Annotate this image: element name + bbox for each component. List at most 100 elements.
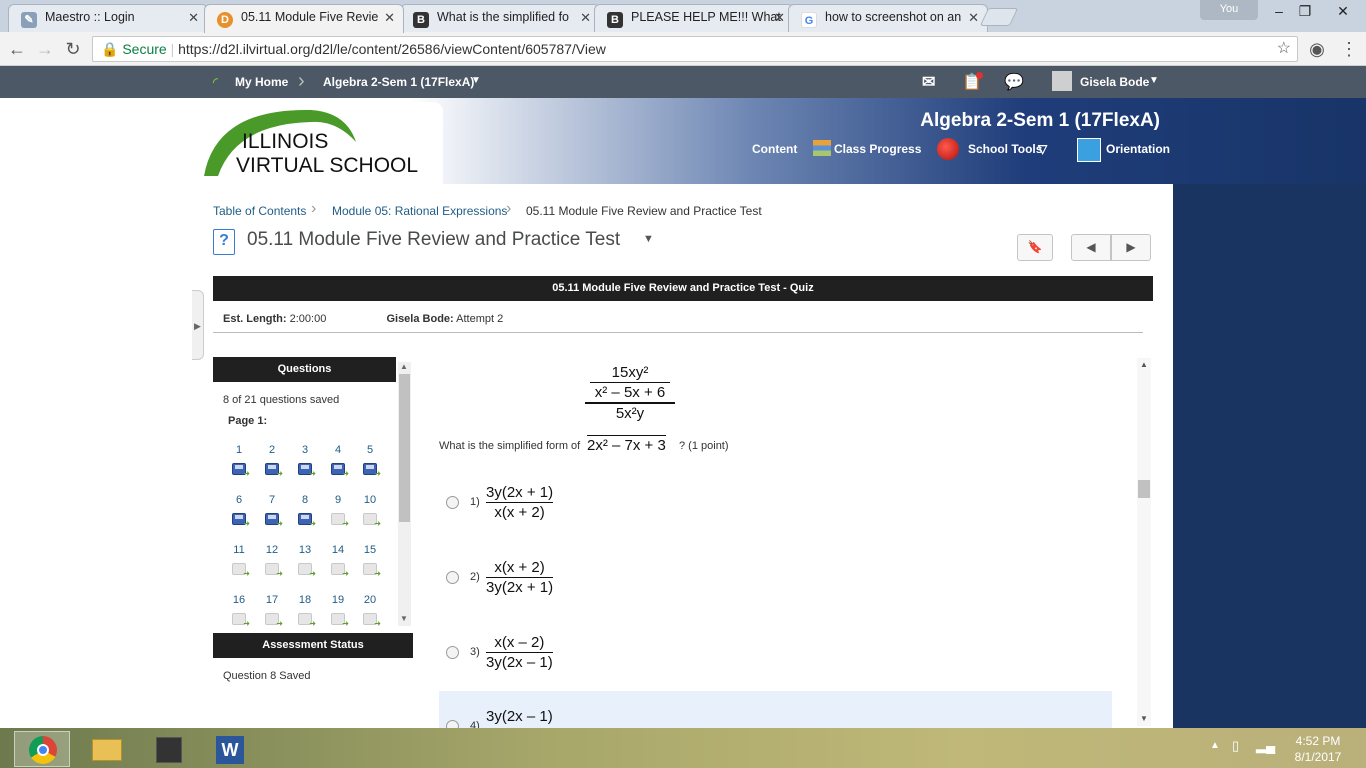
saved-disk-icon[interactable]: ➜ bbox=[331, 463, 349, 478]
back-arrow-icon[interactable]: ← bbox=[6, 38, 28, 60]
unsaved-disk-icon[interactable]: ➜ bbox=[363, 563, 381, 578]
option-fraction-4[interactable]: 3y(2x – 1) bbox=[486, 708, 553, 725]
question-number-link[interactable]: 7 bbox=[260, 494, 284, 506]
unsaved-disk-icon[interactable]: ➜ bbox=[298, 613, 316, 628]
expand-sidebar-tab[interactable]: ▶ bbox=[192, 290, 204, 360]
chevron-down-icon[interactable]: ▼ bbox=[1149, 75, 1159, 86]
saved-disk-icon[interactable]: ➜ bbox=[265, 513, 283, 528]
menu-dots-icon[interactable]: ⋮ bbox=[1338, 38, 1360, 60]
question-number-link[interactable]: 8 bbox=[293, 494, 317, 506]
word-taskbar-button[interactable]: W bbox=[204, 731, 260, 767]
unsaved-disk-icon[interactable]: ➜ bbox=[331, 513, 349, 528]
question-number-link[interactable]: 12 bbox=[260, 544, 284, 556]
nav-class-progress[interactable]: Class Progress bbox=[834, 142, 921, 156]
unsaved-disk-icon[interactable]: ➜ bbox=[331, 563, 349, 578]
user-menu[interactable]: Gisela Bode bbox=[1080, 75, 1149, 89]
restore-icon[interactable]: ❐ bbox=[1286, 0, 1324, 24]
main-scroll-thumb[interactable] bbox=[1138, 480, 1150, 498]
breadcrumb-module[interactable]: Module 05: Rational Expressions bbox=[332, 204, 507, 218]
chrome-taskbar-button[interactable] bbox=[14, 731, 70, 767]
scroll-down-icon[interactable]: ▼ bbox=[400, 614, 408, 623]
option-fraction-2[interactable]: x(x + 2) 3y(2x + 1) bbox=[486, 559, 554, 596]
question-number-link[interactable]: 3 bbox=[293, 444, 317, 456]
question-number-link[interactable]: 5 bbox=[358, 444, 382, 456]
unsaved-disk-icon[interactable]: ➜ bbox=[363, 613, 381, 628]
scroll-up-icon[interactable]: ▲ bbox=[400, 362, 408, 371]
taskbar-clock[interactable]: 4:52 PM 8/1/2017 bbox=[1280, 733, 1356, 765]
bookmark-button[interactable]: 🔖 bbox=[1017, 234, 1053, 261]
course-selector[interactable]: Algebra 2-Sem 1 (17FlexA) bbox=[323, 75, 474, 89]
question-number-link[interactable]: 2 bbox=[260, 444, 284, 456]
mail-icon[interactable]: ✉ bbox=[922, 72, 935, 92]
question-number-link[interactable]: 18 bbox=[293, 594, 317, 606]
question-number-link[interactable]: 20 bbox=[358, 594, 382, 606]
saved-disk-icon[interactable]: ➜ bbox=[232, 513, 250, 528]
chat-icon[interactable]: 💬 bbox=[1004, 72, 1024, 92]
unsaved-disk-icon[interactable]: ➜ bbox=[232, 563, 250, 578]
question-number-link[interactable]: 11 bbox=[227, 544, 251, 556]
chevron-down-icon[interactable]: ▽ bbox=[1038, 142, 1047, 156]
option-radio-3[interactable] bbox=[446, 646, 459, 659]
questions-scroll-thumb[interactable] bbox=[399, 374, 410, 522]
unsaved-disk-icon[interactable]: ➜ bbox=[331, 613, 349, 628]
profile-button[interactable]: You bbox=[1200, 0, 1258, 20]
reload-icon[interactable]: ↻ bbox=[62, 38, 84, 60]
question-number-link[interactable]: 10 bbox=[358, 494, 382, 506]
file-explorer-taskbar-button[interactable] bbox=[80, 731, 136, 767]
browser-tab-google[interactable]: G how to screenshot on an ✕ bbox=[788, 4, 988, 32]
tray-up-arrow-icon[interactable]: ▲ bbox=[1210, 740, 1220, 751]
unsaved-disk-icon[interactable]: ➜ bbox=[298, 563, 316, 578]
nav-school-tools[interactable]: School Tools bbox=[968, 142, 1042, 156]
main-scrollbar[interactable] bbox=[1137, 358, 1151, 726]
close-icon[interactable]: ✕ bbox=[384, 10, 395, 26]
option-radio-2[interactable] bbox=[446, 571, 459, 584]
my-home-link[interactable]: My Home bbox=[235, 75, 288, 89]
window-close-icon[interactable]: ✕ bbox=[1320, 0, 1366, 24]
question-number-link[interactable]: 6 bbox=[227, 494, 251, 506]
scroll-down-icon[interactable]: ▼ bbox=[1140, 714, 1148, 723]
chevron-down-icon[interactable]: ▼ bbox=[471, 75, 481, 86]
option-radio-1[interactable] bbox=[446, 496, 459, 509]
option-fraction-1[interactable]: 3y(2x + 1) x(x + 2) bbox=[486, 484, 554, 521]
question-number-link[interactable]: 19 bbox=[326, 594, 350, 606]
question-number-link[interactable]: 4 bbox=[326, 444, 350, 456]
question-number-link[interactable]: 16 bbox=[227, 594, 251, 606]
saved-disk-icon[interactable]: ➜ bbox=[265, 463, 283, 478]
next-topic-button[interactable]: ▶ bbox=[1111, 234, 1151, 261]
previous-topic-button[interactable]: ◀ bbox=[1071, 234, 1111, 261]
forward-arrow-icon[interactable]: → bbox=[34, 38, 56, 60]
browser-tab-d2l[interactable]: D 05.11 Module Five Revie ✕ bbox=[204, 4, 404, 33]
close-icon[interactable]: ✕ bbox=[774, 10, 785, 26]
unsaved-disk-icon[interactable]: ➜ bbox=[363, 513, 381, 528]
signal-icon[interactable]: ▂▄ bbox=[1256, 738, 1275, 754]
chevron-down-icon[interactable]: ▼ bbox=[643, 233, 654, 245]
close-icon[interactable]: ✕ bbox=[188, 10, 199, 26]
question-number-link[interactable]: 9 bbox=[326, 494, 350, 506]
new-tab-button[interactable] bbox=[979, 8, 1019, 26]
nav-orientation[interactable]: Orientation bbox=[1106, 142, 1170, 156]
browser-tab-maestro[interactable]: ✎ Maestro :: Login ✕ bbox=[8, 4, 208, 32]
nav-content[interactable]: Content bbox=[752, 142, 797, 156]
question-number-link[interactable]: 14 bbox=[326, 544, 350, 556]
option-fraction-3[interactable]: x(x – 2) 3y(2x – 1) bbox=[486, 634, 553, 671]
scroll-up-icon[interactable]: ▲ bbox=[1140, 360, 1148, 369]
question-number-link[interactable]: 1 bbox=[227, 444, 251, 456]
breadcrumb-toc[interactable]: Table of Contents bbox=[213, 204, 306, 218]
browser-tab-brainly-1[interactable]: B What is the simplified fo ✕ bbox=[400, 4, 600, 32]
unsaved-disk-icon[interactable]: ➜ bbox=[265, 563, 283, 578]
bookmark-star-icon[interactable]: ☆ bbox=[1277, 37, 1291, 61]
browser-tab-brainly-2[interactable]: B PLEASE HELP ME!!! What ✕ bbox=[594, 4, 794, 32]
app-taskbar-button[interactable] bbox=[142, 731, 198, 767]
saved-disk-icon[interactable]: ➜ bbox=[232, 463, 250, 478]
address-bar[interactable]: 🔒 Secure | https://d2l.ilvirtual.org/d2l… bbox=[92, 36, 1298, 62]
saved-disk-icon[interactable]: ➜ bbox=[298, 513, 316, 528]
question-number-link[interactable]: 15 bbox=[358, 544, 382, 556]
school-logo[interactable]: ILLINOIS VIRTUAL SCHOOL bbox=[196, 102, 443, 184]
extension-icon[interactable]: ◉ bbox=[1306, 38, 1328, 60]
unsaved-disk-icon[interactable]: ➜ bbox=[265, 613, 283, 628]
unsaved-disk-icon[interactable]: ➜ bbox=[232, 613, 250, 628]
avatar[interactable] bbox=[1052, 71, 1072, 91]
battery-icon[interactable]: ▯ bbox=[1232, 738, 1239, 754]
close-icon[interactable]: ✕ bbox=[580, 10, 591, 26]
saved-disk-icon[interactable]: ➜ bbox=[363, 463, 381, 478]
